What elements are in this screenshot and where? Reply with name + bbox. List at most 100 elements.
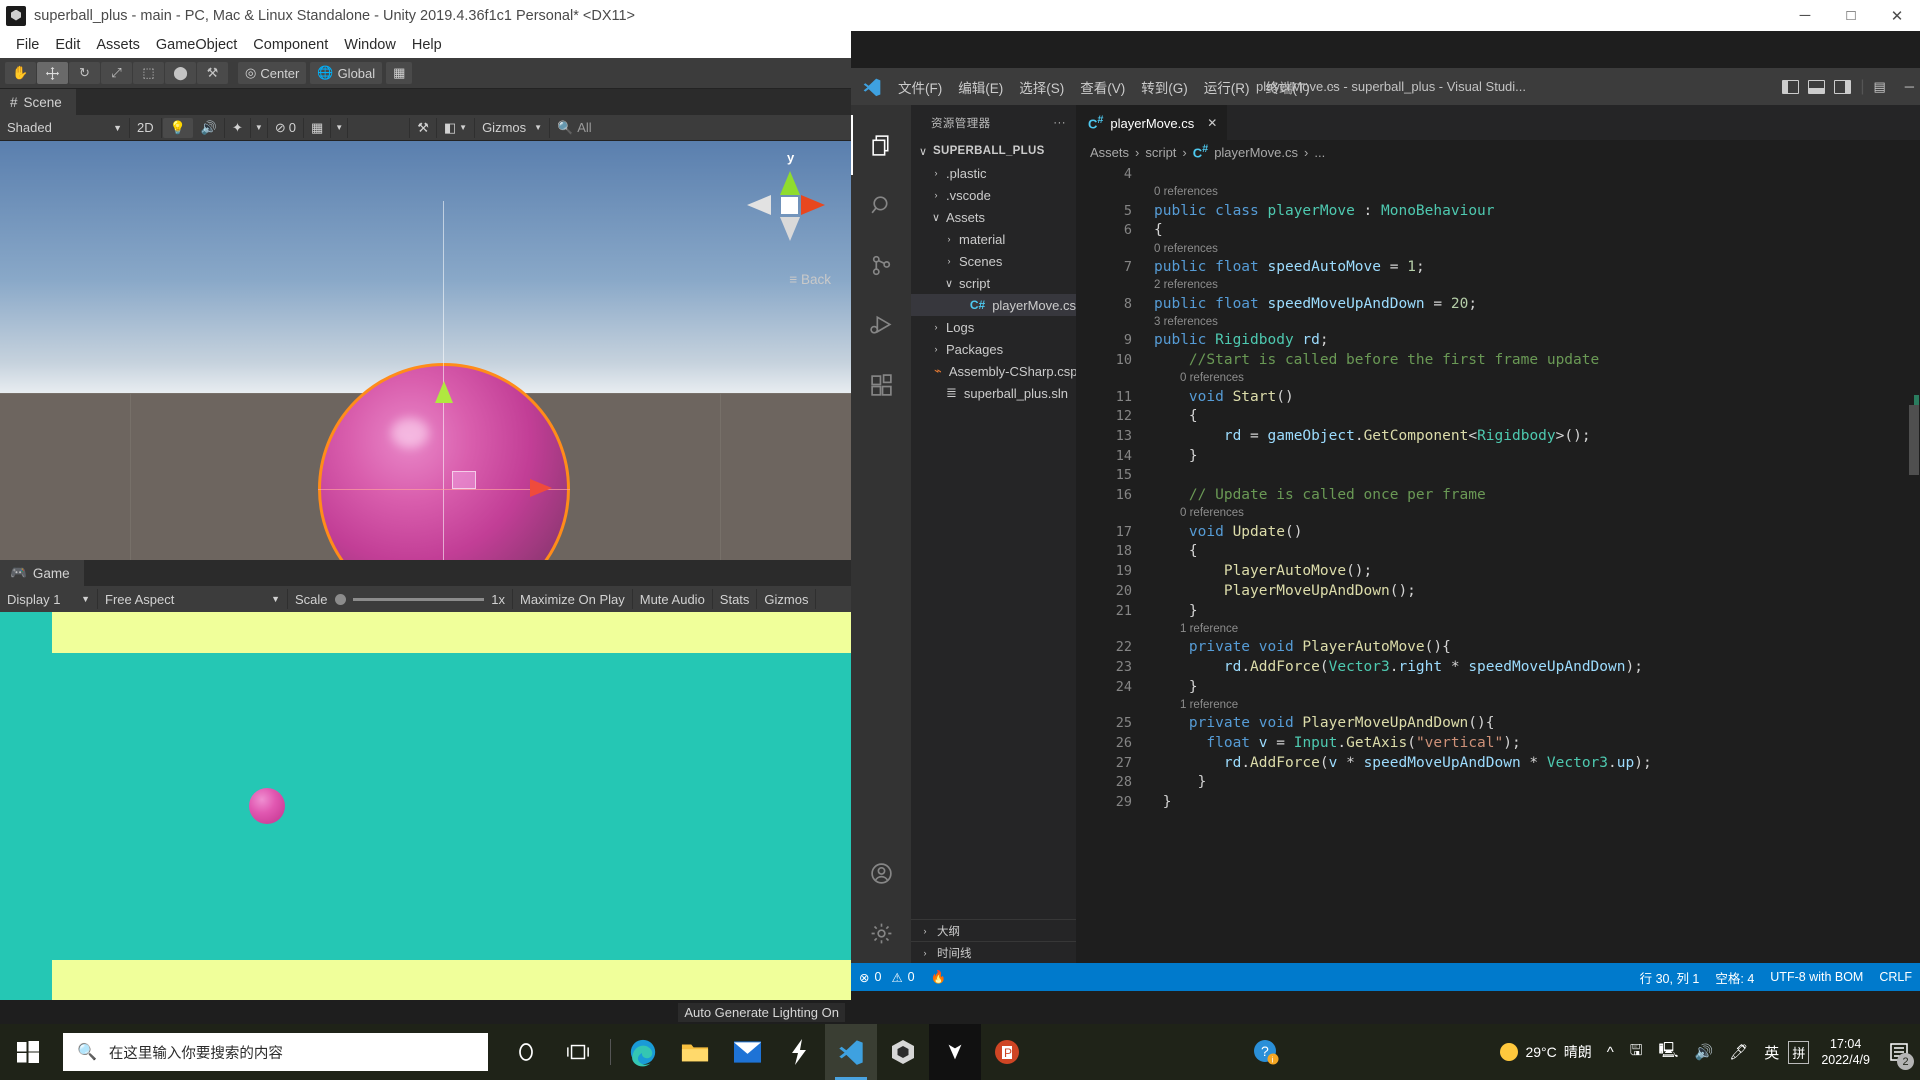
tree-item-plastic[interactable]: › .plastic: [911, 162, 1076, 184]
codelens-reference[interactable]: 1 reference: [1076, 620, 1920, 637]
code-line[interactable]: 23 rd.AddForce(Vector3.right * speedMove…: [1076, 657, 1920, 677]
menu-go[interactable]: 转到(G): [1134, 74, 1195, 100]
move-handle-x-arrow[interactable]: [530, 479, 552, 497]
tree-item-superball-plus-sln[interactable]: ≣ superball_plus.sln: [911, 382, 1076, 404]
code-line[interactable]: 7 public float speedAutoMove = 1;: [1076, 257, 1920, 277]
tree-item-vscode[interactable]: › .vscode: [911, 184, 1076, 206]
chevron-up-icon[interactable]: ^: [1600, 1044, 1621, 1061]
code-line[interactable]: 8 public float speedMoveUpAndDown = 20;: [1076, 294, 1920, 314]
tree-item-assembly-csharp-csp[interactable]: ⌁ Assembly-CSharp.csp...: [911, 360, 1088, 382]
account-icon[interactable]: [851, 843, 911, 903]
ime-language-indicator[interactable]: 英: [1757, 1042, 1786, 1063]
editor-scrollbar-thumb[interactable]: [1909, 405, 1919, 475]
codelens-reference[interactable]: 2 references: [1076, 277, 1920, 294]
effects-dropdown-icon[interactable]: ▼: [251, 117, 268, 138]
code-line[interactable]: 28 }: [1076, 773, 1920, 793]
code-line[interactable]: 21 }: [1076, 601, 1920, 621]
breadcrumb-more[interactable]: ...: [1314, 145, 1325, 160]
powerpoint-icon[interactable]: P: [981, 1024, 1033, 1080]
code-editor[interactable]: 4 0 references 5 public class playerMove : …: [1076, 164, 1920, 963]
rect-tool-icon[interactable]: ⬚: [133, 62, 164, 84]
code-line[interactable]: 24 }: [1076, 677, 1920, 697]
mute-audio-toggle[interactable]: Mute Audio: [633, 589, 713, 609]
gizmo-y-cone[interactable]: [780, 171, 800, 195]
tree-item-packages[interactable]: › Packages: [911, 338, 1076, 360]
code-line[interactable]: 17 void Update(): [1076, 522, 1920, 542]
code-line[interactable]: 6{: [1076, 220, 1920, 240]
mail-icon[interactable]: [721, 1024, 773, 1080]
menu-selection[interactable]: 选择(S): [1012, 74, 1071, 100]
explorer-icon[interactable]: [851, 115, 911, 175]
tab-game[interactable]: 🎮 Game: [0, 560, 84, 586]
scene-viewport[interactable]: y ≡ Back: [0, 141, 851, 560]
breadcrumb-assets[interactable]: Assets: [1090, 145, 1129, 160]
stats-toggle[interactable]: Stats: [713, 589, 758, 609]
explorer-more-icon[interactable]: ···: [1053, 117, 1066, 129]
code-line[interactable]: 18 {: [1076, 542, 1920, 562]
menu-edit[interactable]: 编辑(E): [951, 74, 1010, 100]
notification-center-button[interactable]: 2: [1882, 1024, 1916, 1080]
scene-camera-icon[interactable]: ◧ ▼: [437, 117, 476, 138]
code-line[interactable]: 20 PlayerMoveUpAndDown();: [1076, 581, 1920, 601]
code-line[interactable]: 14 }: [1076, 446, 1920, 466]
toggle-2d[interactable]: 2D: [130, 117, 162, 138]
hidden-objects-toggle[interactable]: ⊘ 0: [268, 117, 304, 138]
game-viewport[interactable]: [0, 612, 851, 1000]
tree-item-material[interactable]: › material: [911, 228, 1076, 250]
toggle-panel-icon[interactable]: [1808, 79, 1826, 94]
code-line[interactable]: 9 public Rigidbody rd;: [1076, 330, 1920, 350]
tree-item-logs[interactable]: › Logs: [911, 316, 1076, 338]
scene-view-gizmo[interactable]: y ≡ Back: [745, 149, 837, 287]
scene-tools-icon[interactable]: ⚒: [410, 117, 437, 138]
menu-assets[interactable]: Assets: [88, 34, 148, 56]
code-line[interactable]: 22 private void PlayerAutoMove(){: [1076, 637, 1920, 657]
toggle-secondary-sidebar-icon[interactable]: [1834, 79, 1852, 94]
settings-gear-icon[interactable]: [851, 903, 911, 963]
audio-toggle-icon[interactable]: 🔊: [194, 117, 225, 138]
network-icon[interactable]: 🖳: [1652, 1040, 1686, 1065]
tree-item-superball-plus[interactable]: ∨ SUPERBALL_PLUS: [911, 140, 1076, 162]
breadcrumb-file[interactable]: playerMove.cs: [1214, 145, 1298, 160]
gizmo-negy-cone[interactable]: [780, 217, 800, 241]
menu-help[interactable]: Help: [404, 34, 450, 56]
maximize-on-play-toggle[interactable]: Maximize On Play: [513, 589, 633, 609]
code-line[interactable]: 4: [1076, 164, 1920, 184]
tree-item-playermove-cs[interactable]: C# playerMove.cs: [911, 294, 1076, 316]
custom-tool-icon[interactable]: ⚒: [197, 62, 228, 84]
volume-icon[interactable]: 🔊: [1688, 1043, 1721, 1061]
code-line[interactable]: 25 private void PlayerMoveUpAndDown(){: [1076, 713, 1920, 733]
encoding[interactable]: UTF-8 with BOM: [1762, 963, 1871, 991]
breadcrumb-script[interactable]: script: [1145, 145, 1176, 160]
problems-indicator[interactable]: ⊗ 0 ⚠ 0: [851, 963, 923, 991]
code-line[interactable]: 5 public class playerMove : MonoBehaviour: [1076, 201, 1920, 221]
extensions-icon[interactable]: [851, 355, 911, 415]
indentation[interactable]: 空格: 4: [1707, 963, 1762, 991]
file-explorer-icon[interactable]: [669, 1024, 721, 1080]
scale-slider-track[interactable]: [352, 597, 485, 601]
code-line[interactable]: 11 void Start(): [1076, 387, 1920, 407]
menu-edit[interactable]: Edit: [47, 34, 88, 56]
scale-tool-icon[interactable]: ⤢: [101, 62, 132, 84]
edge-icon[interactable]: [617, 1024, 669, 1080]
space-mode-button[interactable]: 🌐 Global: [310, 62, 383, 84]
menu-gameobject[interactable]: GameObject: [148, 34, 245, 56]
cortana-icon[interactable]: [500, 1024, 552, 1080]
gizmo-negx-cone[interactable]: [747, 195, 771, 215]
menu-file[interactable]: 文件(F): [891, 74, 949, 100]
scale-slider-handle[interactable]: [334, 593, 346, 605]
code-line[interactable]: 26 float v = Input.GetAxis("vertical");: [1076, 733, 1920, 753]
lighting-toggle-icon[interactable]: 💡: [162, 117, 193, 138]
vscode-icon[interactable]: [825, 1024, 877, 1080]
display-dropdown[interactable]: Display 1 ▼: [0, 589, 98, 609]
eol-mode[interactable]: CRLF: [1871, 963, 1920, 991]
code-line[interactable]: 15: [1076, 466, 1920, 486]
tree-item-script[interactable]: ∨ script: [911, 272, 1076, 294]
weather-widget[interactable]: 29°C 晴朗: [1494, 1042, 1597, 1062]
move-handle-y-arrow[interactable]: [435, 381, 453, 403]
grid-snap-button[interactable]: ▦: [386, 62, 413, 84]
codelens-reference[interactable]: 0 references: [1076, 184, 1920, 201]
move-tool-icon[interactable]: [37, 62, 68, 84]
code-line[interactable]: 13 rd = gameObject.GetComponent<Rigidbod…: [1076, 426, 1920, 446]
close-icon[interactable]: ✕: [1207, 116, 1217, 130]
pen-icon[interactable]: 🖊: [1722, 1043, 1755, 1061]
